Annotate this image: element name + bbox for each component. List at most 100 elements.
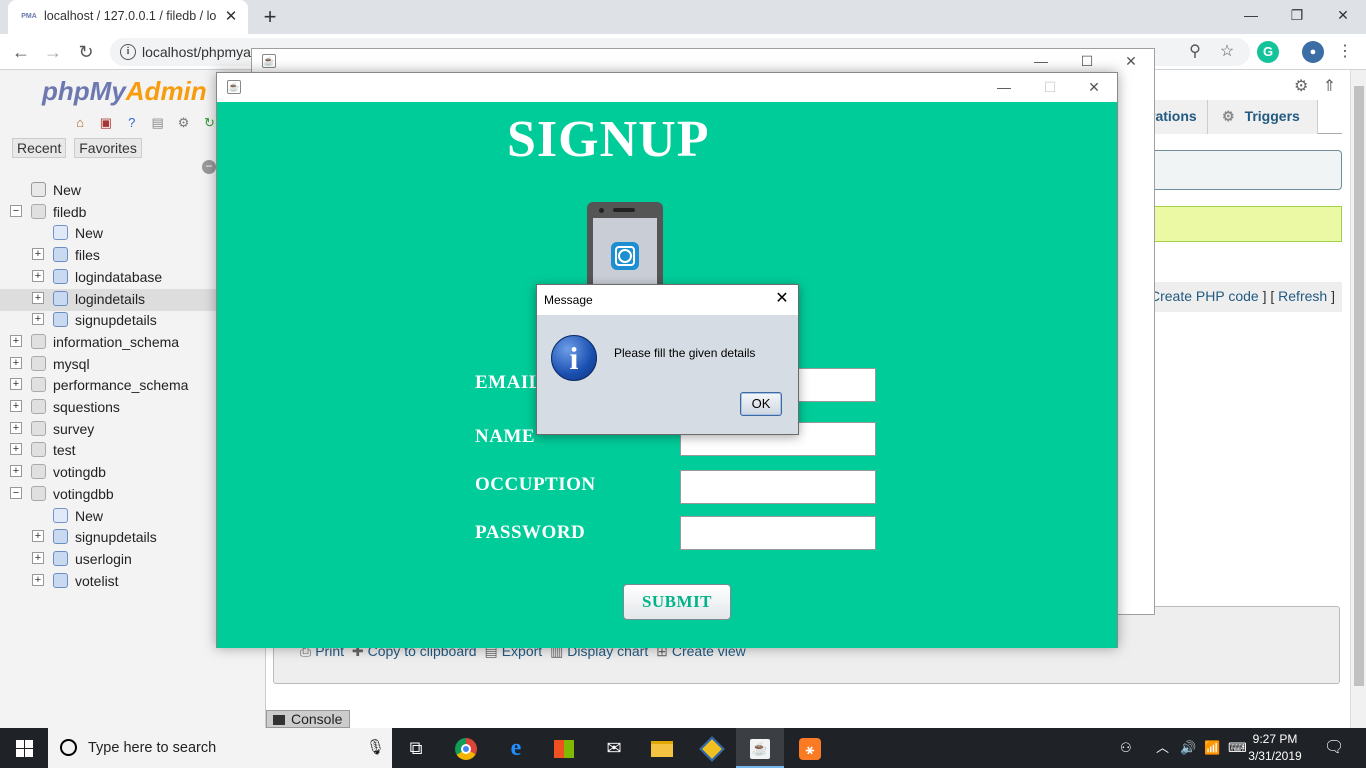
- page-scrollbar[interactable]: [1350, 70, 1366, 728]
- store-app-icon[interactable]: [540, 728, 588, 768]
- console-toggle[interactable]: Console: [266, 710, 350, 728]
- back-arrow-icon[interactable]: ←: [8, 39, 34, 65]
- tree-item[interactable]: + test: [0, 440, 216, 462]
- recent-tab[interactable]: Recent: [12, 138, 67, 158]
- task-view-icon[interactable]: ⧉: [392, 728, 440, 768]
- java-app-icon[interactable]: ☕: [736, 728, 784, 768]
- mail-app-icon[interactable]: ✉: [590, 728, 638, 768]
- xampp-app-icon[interactable]: ⚹: [786, 728, 834, 768]
- people-icon[interactable]: ⚇: [1120, 728, 1132, 768]
- tree-item[interactable]: New: [0, 506, 216, 528]
- tree-item[interactable]: + files: [0, 245, 216, 267]
- volume-icon[interactable]: 🔊: [1180, 728, 1196, 768]
- signup-close-button[interactable]: ✕: [1071, 75, 1117, 99]
- expand-icon[interactable]: +: [10, 378, 22, 391]
- close-button[interactable]: ✕: [1320, 0, 1366, 30]
- tab-triggers[interactable]: ⚙ Triggers: [1208, 100, 1318, 134]
- signup-maximize-button[interactable]: ☐: [1027, 75, 1073, 99]
- signup-minimize-button[interactable]: —: [981, 75, 1027, 99]
- logout-icon[interactable]: ▣: [98, 115, 114, 131]
- home-icon[interactable]: ⌂: [72, 115, 88, 131]
- forward-arrow-icon[interactable]: →: [40, 39, 66, 65]
- expand-icon[interactable]: +: [32, 551, 44, 564]
- grammarly-extension-icon[interactable]: G: [1257, 41, 1279, 63]
- tree-item[interactable]: New: [0, 180, 216, 202]
- notifications-icon[interactable]: 🗨: [1324, 728, 1344, 768]
- refresh-link[interactable]: Refresh: [1278, 288, 1327, 304]
- minimize-button[interactable]: —: [1228, 0, 1274, 30]
- taskbar-search[interactable]: Type here to search 🎙: [48, 728, 392, 768]
- settings-gear-icon[interactable]: ⚙: [1294, 78, 1308, 95]
- site-info-icon[interactable]: i: [120, 44, 136, 60]
- tree-item[interactable]: + information_schema: [0, 332, 216, 354]
- ok-button[interactable]: OK: [740, 392, 782, 416]
- tree-item[interactable]: + signupdetails: [0, 310, 216, 332]
- expand-icon[interactable]: +: [32, 291, 44, 304]
- docs-icon[interactable]: ▤: [150, 115, 166, 131]
- start-button[interactable]: [0, 728, 48, 768]
- chrome-app-icon[interactable]: [442, 728, 490, 768]
- tree-item[interactable]: + votingdb: [0, 462, 216, 484]
- microphone-icon[interactable]: 🎙: [366, 738, 385, 756]
- collapse-all-icon[interactable]: −: [202, 160, 216, 174]
- tree-item-label: files: [75, 247, 100, 264]
- menu-dots-icon[interactable]: ⋮: [1334, 41, 1356, 63]
- password-field[interactable]: [680, 516, 876, 550]
- dialog-close-icon[interactable]: ✕: [772, 289, 792, 309]
- reload-icon[interactable]: ↻: [73, 39, 99, 65]
- expand-icon[interactable]: +: [32, 530, 44, 543]
- wifi-icon[interactable]: 📶: [1204, 728, 1220, 768]
- new-tab-button[interactable]: +: [258, 5, 282, 29]
- tree-item[interactable]: + signupdetails: [0, 527, 216, 549]
- tree-item[interactable]: + performance_schema: [0, 375, 216, 397]
- tree-item[interactable]: + userlogin: [0, 549, 216, 571]
- expand-icon[interactable]: +: [10, 421, 22, 434]
- create-php-code-link[interactable]: Create PHP code: [1150, 288, 1259, 304]
- tab-operations[interactable]: rations: [1148, 100, 1208, 134]
- expand-icon[interactable]: +: [32, 313, 44, 326]
- tree-item[interactable]: + squestions: [0, 397, 216, 419]
- profile-avatar[interactable]: ●: [1302, 41, 1324, 63]
- netbeans-app-icon[interactable]: [688, 728, 736, 768]
- tree-item[interactable]: − filedb: [0, 202, 216, 224]
- submit-button[interactable]: SUBMIT: [623, 584, 731, 620]
- bookmark-star-icon[interactable]: ☆: [1216, 41, 1238, 63]
- tray-chevron-icon[interactable]: ︿: [1156, 728, 1169, 768]
- collapse-top-icon[interactable]: ⇑: [1323, 78, 1336, 95]
- expand-icon[interactable]: +: [32, 573, 44, 586]
- restore-button[interactable]: ❐: [1274, 0, 1320, 30]
- tree-item[interactable]: + mysql: [0, 354, 216, 376]
- phpmyadmin-logo[interactable]: phpMyAdmin: [42, 76, 207, 107]
- collapse-icon[interactable]: −: [10, 486, 22, 499]
- taskbar-clock[interactable]: 9:27 PM 3/31/2019: [1244, 731, 1306, 765]
- file-explorer-icon[interactable]: [638, 728, 686, 768]
- expand-icon[interactable]: +: [32, 248, 44, 261]
- settings-gear-icon[interactable]: ⚙: [176, 115, 192, 131]
- expand-icon[interactable]: +: [10, 465, 22, 478]
- tree-item[interactable]: + survey: [0, 419, 216, 441]
- favorites-tab[interactable]: Favorites: [74, 138, 142, 158]
- zoom-icon[interactable]: ⚲: [1184, 41, 1206, 63]
- expand-icon[interactable]: +: [10, 334, 22, 347]
- message-dialog[interactable]: Message ✕ i Please fill the given detail…: [536, 284, 799, 435]
- tree-item[interactable]: − votingdbb: [0, 484, 216, 506]
- collapse-icon[interactable]: −: [10, 204, 22, 217]
- expand-icon[interactable]: +: [10, 400, 22, 412]
- java-minimize-button[interactable]: —: [1018, 49, 1064, 73]
- tree-item[interactable]: + logindetails: [0, 288, 216, 311]
- occupation-field[interactable]: [680, 470, 876, 504]
- java-close-button[interactable]: ✕: [1108, 49, 1154, 73]
- browser-tab-active[interactable]: PMA localhost / 127.0.0.1 / filedb / lo …: [8, 0, 248, 34]
- tree-item[interactable]: + logindatabase: [0, 267, 216, 289]
- help-icon[interactable]: ?: [124, 115, 140, 131]
- java-maximize-button[interactable]: ☐: [1064, 49, 1110, 73]
- tab-close-icon[interactable]: ✕: [222, 8, 240, 26]
- expand-icon[interactable]: +: [32, 269, 44, 282]
- scrollbar-thumb[interactable]: [1354, 86, 1364, 686]
- tree-item[interactable]: New: [0, 223, 216, 245]
- edge-app-icon[interactable]: e: [492, 728, 540, 768]
- new-item-icon: [53, 507, 68, 523]
- tree-item[interactable]: + votelist: [0, 571, 216, 593]
- expand-icon[interactable]: +: [10, 356, 22, 369]
- expand-icon[interactable]: +: [10, 443, 22, 456]
